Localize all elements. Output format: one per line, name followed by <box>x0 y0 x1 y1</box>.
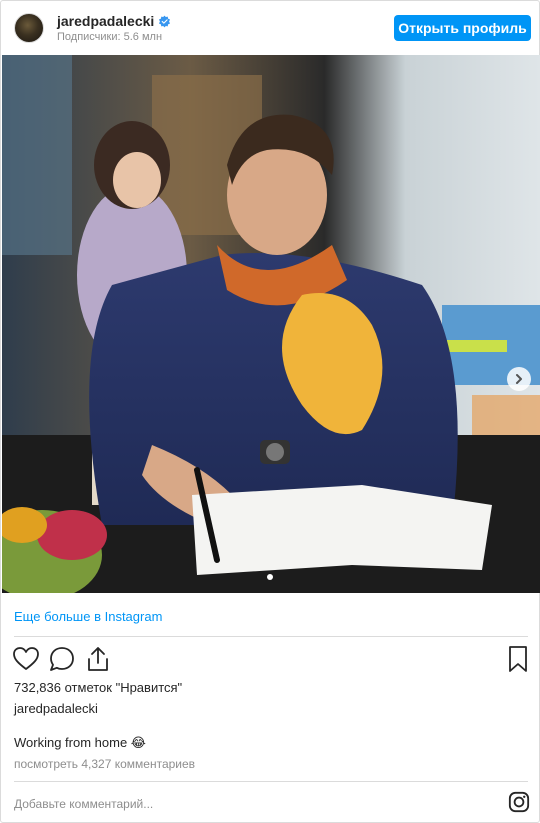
divider <box>14 781 528 782</box>
post-author[interactable]: jaredpadalecki <box>14 701 98 716</box>
post-header: jaredpadalecki Подписчики: 5.6 млн Откры… <box>1 1 539 55</box>
add-comment-field[interactable]: Добавьте комментарий... <box>14 797 153 811</box>
photo-illustration <box>2 55 540 593</box>
post-caption: Working from home 😂 <box>14 735 146 750</box>
instagram-icon[interactable] <box>508 791 530 813</box>
share-icon[interactable] <box>84 645 112 673</box>
post-actions <box>1 645 539 673</box>
view-comments-link[interactable]: посмотреть 4,327 комментариев <box>14 757 195 771</box>
instagram-embed: jaredpadalecki Подписчики: 5.6 млн Откры… <box>0 0 540 823</box>
followers-count: Подписчики: 5.6 млн <box>57 31 163 43</box>
verified-badge-icon <box>159 15 171 27</box>
carousel-dots <box>1 574 539 580</box>
heart-icon[interactable] <box>12 645 40 673</box>
username[interactable]: jaredpadalecki <box>57 13 154 29</box>
bookmark-icon[interactable] <box>506 645 530 673</box>
carousel-dot <box>267 574 273 580</box>
open-profile-button[interactable]: Открыть профиль <box>394 15 531 41</box>
divider <box>14 636 528 637</box>
username-row: jaredpadalecki <box>57 13 171 29</box>
more-on-instagram-link[interactable]: Еще больше в Instagram <box>14 609 162 624</box>
comment-icon[interactable] <box>48 645 76 673</box>
next-photo-button[interactable] <box>507 367 531 391</box>
post-photo[interactable] <box>2 55 540 593</box>
chevron-right-icon <box>516 374 522 384</box>
avatar[interactable] <box>14 13 44 43</box>
likes-count[interactable]: 732,836 отметок "Нравится" <box>14 680 182 695</box>
